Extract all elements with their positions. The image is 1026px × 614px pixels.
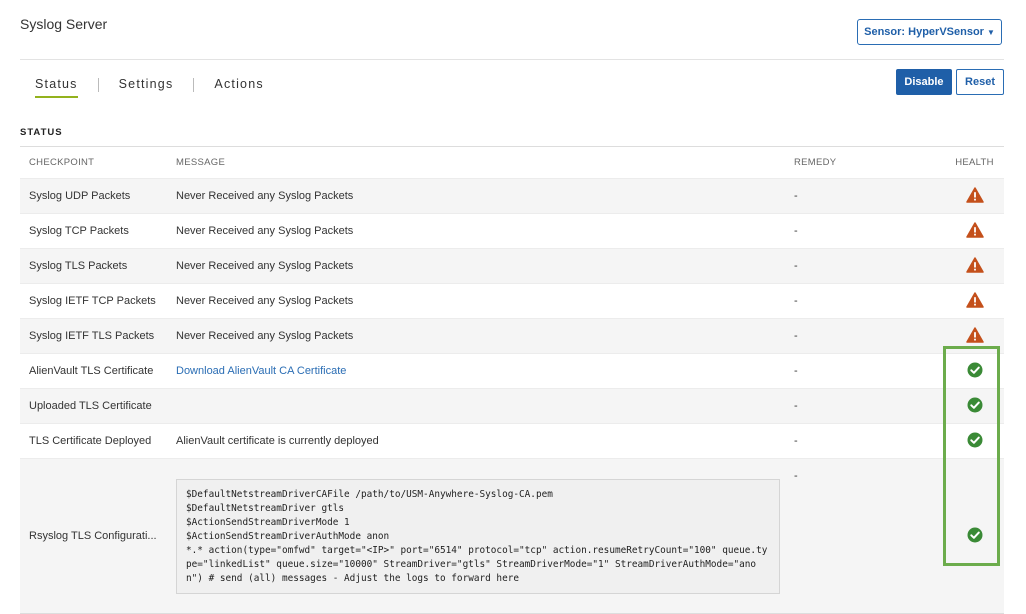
- check-circle-icon: [967, 527, 983, 546]
- checkpoint-cell: TLS Certificate Deployed: [20, 423, 167, 459]
- disable-button[interactable]: Disable: [896, 69, 952, 95]
- tab-separator: [97, 78, 99, 92]
- remedy-cell: -: [785, 458, 945, 614]
- tab-status[interactable]: Status: [35, 77, 78, 98]
- health-cell: [945, 213, 1004, 249]
- check-circle-icon: [967, 432, 983, 451]
- health-cell: [945, 318, 1004, 354]
- table-header-row: CHECKPOINT MESSAGE REMEDY HEALTH: [20, 147, 1004, 179]
- section-title: STATUS: [20, 127, 63, 138]
- message-cell: $DefaultNetstreamDriverCAFile /path/to/U…: [167, 458, 785, 614]
- table-row: Syslog IETF TLS Packets Never Received a…: [20, 318, 1004, 354]
- header-divider: [20, 59, 1004, 60]
- warning-triangle-icon: [965, 221, 984, 241]
- table-row: Syslog TLS Packets Never Received any Sy…: [20, 248, 1004, 284]
- message-cell: Never Received any Syslog Packets: [167, 318, 785, 354]
- message-cell: Never Received any Syslog Packets: [167, 283, 785, 319]
- checkpoint-cell: Uploaded TLS Certificate: [20, 388, 167, 424]
- status-table: CHECKPOINT MESSAGE REMEDY HEALTH Syslog …: [20, 147, 1004, 614]
- warning-triangle-icon: [965, 256, 984, 276]
- column-header-health: HEALTH: [955, 157, 994, 168]
- tab-settings[interactable]: Settings: [119, 77, 174, 96]
- code-line: $ActionSendStreamDriverAuthMode anon: [186, 530, 390, 542]
- tab-separator: [193, 78, 195, 92]
- check-circle-icon: [967, 397, 983, 416]
- table-row: Syslog UDP Packets Never Received any Sy…: [20, 178, 1004, 214]
- message-cell: Never Received any Syslog Packets: [167, 213, 785, 249]
- rsyslog-config-code-block: $DefaultNetstreamDriverCAFile /path/to/U…: [176, 478, 780, 594]
- table-row: TLS Certificate Deployed AlienVault cert…: [20, 423, 1004, 459]
- remedy-cell: -: [785, 423, 945, 459]
- remedy-cell: -: [785, 283, 945, 319]
- checkpoint-cell: Syslog UDP Packets: [20, 178, 167, 214]
- health-cell: [945, 388, 1004, 424]
- health-cell: [945, 423, 1004, 459]
- sensor-dropdown-label: Sensor: HyperVSensor: [864, 26, 984, 38]
- remedy-cell: -: [785, 353, 945, 389]
- code-line: $DefaultNetstreamDriverCAFile /path/to/U…: [186, 488, 553, 500]
- table-row: Rsyslog TLS Configurati... $DefaultNetst…: [20, 458, 1004, 614]
- message-cell: Never Received any Syslog Packets: [167, 178, 785, 214]
- code-line: $DefaultNetstreamDriver gtls: [186, 502, 345, 514]
- health-cell: [945, 248, 1004, 284]
- table-row: AlienVault TLS Certificate Download Alie…: [20, 353, 1004, 389]
- table-row: Syslog IETF TCP Packets Never Received a…: [20, 283, 1004, 319]
- checkpoint-cell: Rsyslog TLS Configurati...: [20, 458, 167, 614]
- checkpoint-cell: Syslog TCP Packets: [20, 213, 167, 249]
- remedy-cell: -: [785, 213, 945, 249]
- health-cell: [945, 283, 1004, 319]
- checkpoint-cell: Syslog TLS Packets: [20, 248, 167, 284]
- code-line: $ActionSendStreamDriverMode 1: [186, 516, 350, 528]
- remedy-cell: -: [785, 388, 945, 424]
- warning-triangle-icon: [965, 291, 984, 311]
- page-title: Syslog Server: [20, 16, 108, 32]
- tab-actions[interactable]: Actions: [214, 77, 263, 96]
- reset-button[interactable]: Reset: [956, 69, 1004, 95]
- warning-triangle-icon: [965, 186, 984, 206]
- table-row: Uploaded TLS Certificate -: [20, 388, 1004, 424]
- checkpoint-cell: Syslog IETF TCP Packets: [20, 283, 167, 319]
- health-cell: [945, 353, 1004, 389]
- remedy-cell: -: [785, 178, 945, 214]
- warning-triangle-icon: [965, 326, 984, 346]
- message-cell: [167, 388, 785, 424]
- remedy-cell: -: [785, 318, 945, 354]
- remedy-cell: -: [785, 248, 945, 284]
- health-cell: [945, 178, 1004, 214]
- code-line: *.* action(type="omfwd" target="<IP>" po…: [186, 544, 768, 584]
- sensor-dropdown-button[interactable]: Sensor: HyperVSensor ▼: [857, 19, 1002, 45]
- download-ca-certificate-link[interactable]: Download AlienVault CA Certificate: [167, 353, 785, 389]
- caret-down-icon: ▼: [986, 27, 995, 37]
- message-cell: Never Received any Syslog Packets: [167, 248, 785, 284]
- table-row: Syslog TCP Packets Never Received any Sy…: [20, 213, 1004, 249]
- column-header-remedy: REMEDY: [794, 157, 837, 168]
- checkpoint-cell: AlienVault TLS Certificate: [20, 353, 167, 389]
- message-cell: AlienVault certificate is currently depl…: [167, 423, 785, 459]
- column-header-checkpoint: CHECKPOINT: [29, 157, 95, 168]
- health-cell: [945, 458, 1004, 614]
- column-header-message: MESSAGE: [176, 157, 226, 168]
- tab-bar: Status Settings Actions: [35, 77, 264, 99]
- check-circle-icon: [967, 362, 983, 381]
- checkpoint-cell: Syslog IETF TLS Packets: [20, 318, 167, 354]
